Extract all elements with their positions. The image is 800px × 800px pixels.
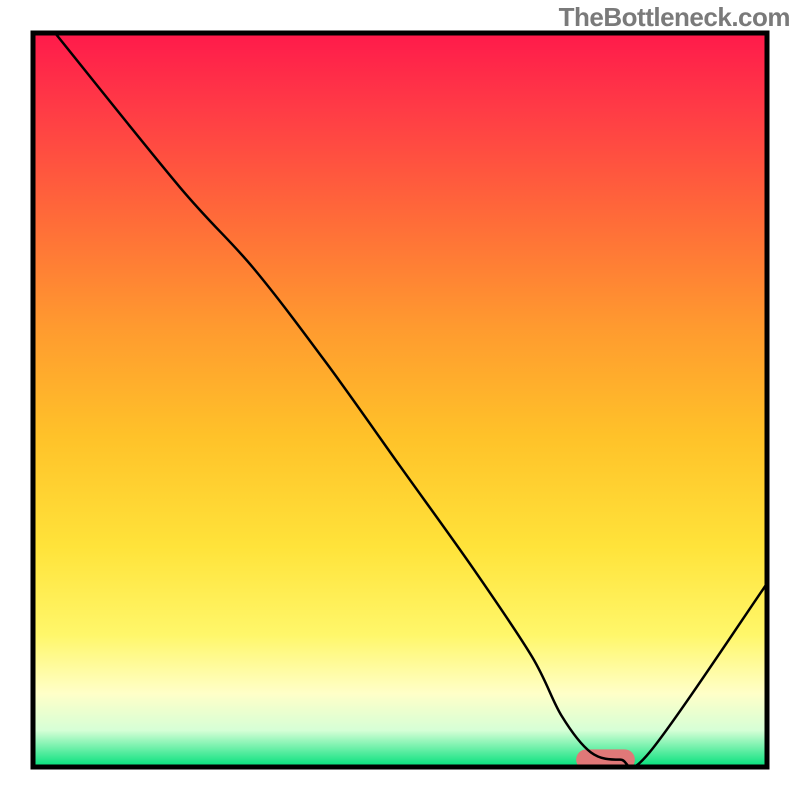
bottleneck-chart: [0, 0, 800, 800]
watermark-text: TheBottleneck.com: [559, 2, 790, 33]
chart-container: TheBottleneck.com: [0, 0, 800, 800]
